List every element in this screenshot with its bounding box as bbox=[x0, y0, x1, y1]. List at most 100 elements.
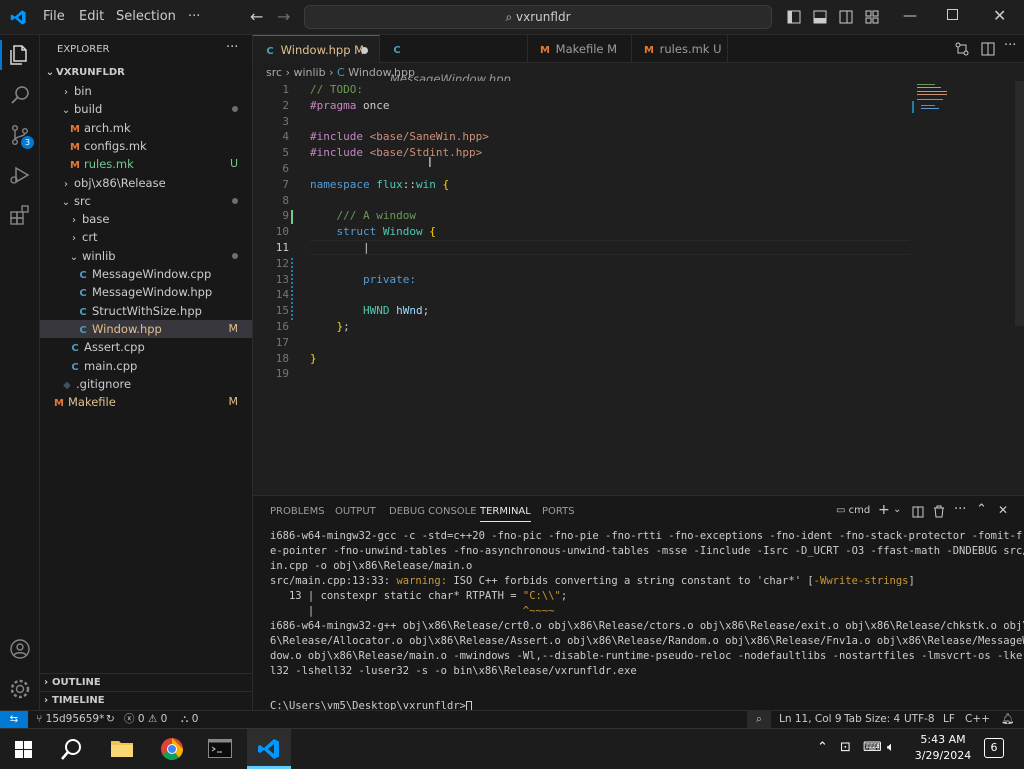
git-branch[interactable]: ⑂ 15d95659* bbox=[36, 711, 104, 728]
tree-file[interactable]: Cmain.cpp bbox=[40, 357, 252, 375]
tree-folder[interactable]: › crt bbox=[40, 228, 252, 246]
menu-file[interactable]: File bbox=[43, 9, 65, 24]
taskbar-search-icon[interactable] bbox=[60, 737, 84, 761]
tab-debug-console[interactable]: DEBUG CONSOLE bbox=[389, 506, 477, 517]
tree-file[interactable]: C MessageWindow.hpp bbox=[40, 283, 252, 301]
tab-window-hpp[interactable]: C Window.hpp M bbox=[253, 35, 380, 63]
run-debug-icon[interactable] bbox=[8, 163, 32, 187]
notification-center-icon[interactable]: 6 bbox=[984, 738, 1004, 758]
timeline-section[interactable]: › TIMELINE bbox=[40, 691, 252, 709]
breadcrumb-winlib[interactable]: winlib bbox=[293, 66, 325, 79]
tab-size[interactable]: Tab Size: 4 bbox=[844, 711, 900, 728]
customize-layout-icon[interactable] bbox=[865, 10, 879, 24]
outline-section[interactable]: › OUTLINE bbox=[40, 673, 252, 691]
volume-icon[interactable]: 🔈︎ bbox=[887, 740, 895, 755]
windows-start-icon[interactable] bbox=[15, 741, 32, 758]
notifications-bell-icon[interactable]: 🔔︎ bbox=[1001, 711, 1014, 728]
close-icon[interactable]: ✕ bbox=[993, 6, 1006, 25]
tree-folder[interactable]: › obj\x86\Release bbox=[40, 174, 252, 192]
terminal-line: i686-w64-mingw32-gcc -c -std=c++20 -fno-… bbox=[270, 530, 1024, 542]
tree-folder[interactable]: › base bbox=[40, 210, 252, 228]
maximize-panel-icon[interactable]: ⌃ bbox=[976, 502, 987, 517]
trash-icon[interactable] bbox=[933, 505, 945, 518]
ports-indicator[interactable]: ⛬ 0 bbox=[181, 711, 198, 728]
minimize-icon[interactable]: — bbox=[903, 8, 917, 24]
open-changes-icon[interactable] bbox=[955, 42, 969, 56]
panel-more-icon[interactable]: ··· bbox=[954, 502, 966, 517]
tray-chevron-up-icon[interactable]: ⌃ bbox=[817, 740, 828, 755]
tab-output[interactable]: OUTPUT bbox=[335, 506, 376, 517]
tree-file[interactable]: ◆ .gitignore bbox=[40, 375, 252, 393]
file-explorer-icon[interactable] bbox=[110, 738, 134, 758]
encoding[interactable]: UTF-8 bbox=[904, 711, 935, 728]
tree-folder[interactable]: ⌄ build bbox=[40, 100, 252, 118]
tree-file[interactable]: C Assert.cpp bbox=[40, 338, 252, 356]
tree-file[interactable]: March.mk bbox=[40, 119, 252, 137]
tab-messagewindow-hpp[interactable]: C MessageWindow.hpp bbox=[380, 35, 528, 86]
maximize-icon[interactable] bbox=[947, 9, 958, 20]
split-terminal-icon[interactable] bbox=[912, 506, 924, 518]
problems-indicator[interactable]: ⓧ 0 ⚠ 0 bbox=[124, 711, 167, 728]
workspace-root[interactable]: ⌄ VXRUNFLDR bbox=[40, 64, 252, 82]
manage-gear-icon[interactable] bbox=[8, 677, 32, 701]
extensions-icon[interactable] bbox=[8, 203, 32, 227]
tree-file[interactable]: Mconfigs.mk bbox=[40, 137, 252, 155]
new-terminal-plus-icon[interactable]: + bbox=[878, 502, 890, 518]
toggle-panel-icon[interactable] bbox=[813, 10, 827, 24]
chevron-down-icon[interactable]: ⌄ bbox=[893, 504, 901, 515]
tree-file[interactable]: C MessageWindow.cpp bbox=[40, 265, 252, 283]
terminal-shell-selector[interactable]: ▭ cmd bbox=[836, 505, 870, 516]
tree-file[interactable]: C Window.hpp M bbox=[40, 319, 252, 338]
zoom-search-icon[interactable]: ⌕ bbox=[747, 711, 771, 728]
tray-app-icon[interactable]: ⊡ bbox=[840, 740, 851, 755]
menu-edit[interactable]: Edit bbox=[79, 9, 104, 24]
close-panel-icon[interactable]: ✕ bbox=[998, 503, 1008, 517]
remote-indicator-icon[interactable]: ⇆ bbox=[0, 711, 28, 728]
code-editor[interactable]: 1 // TODO: 2 #pragma once 3 4 #include <base/S… bbox=[253, 81, 1024, 495]
vscode-taskbar-button[interactable] bbox=[247, 729, 291, 769]
tree-folder[interactable]: ⌄ src bbox=[40, 192, 252, 210]
unsaved-dot-icon[interactable] bbox=[361, 47, 368, 54]
clock-time[interactable]: 5:43 AM bbox=[913, 733, 973, 746]
tree-file[interactable]: M Makefile M bbox=[40, 393, 252, 411]
search-icon[interactable] bbox=[8, 83, 32, 107]
minimap[interactable] bbox=[912, 81, 972, 121]
tab-problems[interactable]: PROBLEMS bbox=[270, 506, 325, 517]
tree-item-label: MessageWindow.cpp bbox=[92, 267, 212, 281]
toggle-primary-sidebar-icon[interactable] bbox=[787, 10, 801, 24]
tree-item-label: configs.mk bbox=[84, 138, 147, 153]
language-mode[interactable]: C++ bbox=[965, 711, 990, 728]
menu-more[interactable]: ··· bbox=[188, 9, 200, 24]
end-of-line[interactable]: LF bbox=[943, 711, 955, 728]
chrome-icon[interactable] bbox=[160, 737, 184, 761]
menu-selection[interactable]: Selection bbox=[116, 9, 176, 24]
terminal-app-icon[interactable] bbox=[208, 739, 232, 758]
forward-arrow-icon[interactable]: → bbox=[277, 7, 290, 26]
command-center-search[interactable]: ⌕ vxrunfldr bbox=[304, 5, 772, 29]
accounts-icon[interactable] bbox=[8, 637, 32, 661]
toggle-secondary-sidebar-icon[interactable] bbox=[839, 10, 853, 24]
tab-terminal[interactable]: TERMINAL bbox=[480, 506, 531, 522]
clock-date[interactable]: 3/29/2024 bbox=[911, 749, 975, 762]
tree-folder[interactable]: ⌄ winlib bbox=[40, 247, 252, 265]
tree-file[interactable]: Mrules.mk U bbox=[40, 155, 252, 173]
breadcrumb-src[interactable]: src bbox=[266, 66, 282, 79]
sync-icon[interactable]: ↻ bbox=[106, 711, 115, 728]
tab-ports[interactable]: PORTS bbox=[542, 506, 575, 517]
split-editor-icon[interactable] bbox=[981, 42, 995, 56]
cursor-position[interactable]: Ln 11, Col 9 bbox=[779, 711, 842, 728]
breadcrumb-file[interactable]: Window.hpp bbox=[348, 66, 415, 79]
back-arrow-icon[interactable]: ← bbox=[250, 7, 263, 26]
chevron-right-icon: › bbox=[72, 233, 76, 245]
terminal-line: in.cpp -o obj\x86\Release/main.o bbox=[270, 560, 473, 572]
network-icon[interactable]: ⌨ bbox=[863, 740, 882, 755]
more-actions-icon[interactable]: ··· bbox=[226, 40, 238, 55]
editor-scrollbar[interactable] bbox=[1015, 81, 1024, 326]
tab-rules-mk[interactable]: M rules.mk U bbox=[632, 35, 728, 63]
tree-folder[interactable]: › bin bbox=[40, 82, 252, 100]
cpp-file-icon: C bbox=[79, 306, 87, 318]
tab-makefile[interactable]: M Makefile M bbox=[528, 35, 632, 63]
tree-file[interactable]: C StructWithSize.hpp bbox=[40, 302, 252, 320]
explorer-icon[interactable] bbox=[8, 43, 32, 67]
tab-more-actions-icon[interactable]: ··· bbox=[1004, 38, 1016, 53]
